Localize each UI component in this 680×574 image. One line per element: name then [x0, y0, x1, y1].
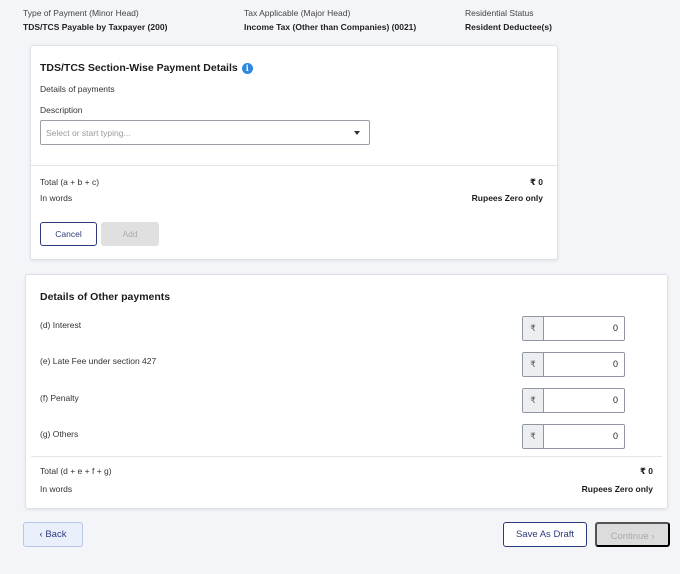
- interest-amount-field[interactable]: ₹ 0: [522, 316, 625, 341]
- back-button-label: Back: [45, 529, 67, 540]
- cancel-button[interactable]: Cancel: [40, 222, 97, 246]
- other-in-words-label: In words: [40, 484, 73, 494]
- interest-label: (d) Interest: [40, 320, 82, 330]
- rupee-icon: ₹: [523, 389, 544, 412]
- late-fee-amount-value[interactable]: 0: [613, 353, 618, 376]
- continue-button[interactable]: Continue ›: [595, 522, 670, 547]
- summary-label: Residential Status: [465, 8, 534, 18]
- penalty-label: (f) Penalty: [40, 393, 79, 403]
- other-divider: [31, 456, 662, 457]
- others-amount-field[interactable]: ₹ 0: [522, 424, 625, 449]
- info-icon[interactable]: i: [241, 62, 253, 74]
- chevron-left-icon: ‹: [39, 529, 43, 540]
- penalty-amount-field[interactable]: ₹ 0: [522, 388, 625, 413]
- other-total-value: ₹ 0: [639, 466, 653, 476]
- save-as-draft-button[interactable]: Save As Draft: [503, 522, 587, 547]
- section-divider: [31, 165, 557, 166]
- summary-label: Tax Applicable (Major Head): [244, 8, 351, 18]
- other-total-label: Total (d + e + f + g): [40, 466, 112, 476]
- others-label: (g) Others: [40, 429, 79, 439]
- summary-value: Income Tax (Other than Companies) (0021): [244, 22, 417, 32]
- others-amount-value[interactable]: 0: [613, 425, 618, 448]
- other-card-title: Details of Other payments: [40, 291, 171, 303]
- description-select[interactable]: [40, 120, 370, 145]
- summary-value: TDS/TCS Payable by Taxpayer (200): [23, 22, 168, 32]
- rupee-icon: ₹: [523, 317, 544, 340]
- penalty-amount-value[interactable]: 0: [613, 389, 618, 412]
- description-input[interactable]: [46, 121, 346, 144]
- chevron-down-icon[interactable]: [354, 131, 360, 135]
- section-in-words-label: In words: [40, 193, 73, 203]
- summary-label: Type of Payment (Minor Head): [23, 8, 139, 18]
- interest-amount-value[interactable]: 0: [613, 317, 618, 340]
- other-payments-card: Details of Other payments (d) Interest ₹…: [25, 274, 668, 509]
- summary-major-head: Tax Applicable (Major Head) Income Tax (…: [244, 8, 416, 33]
- section-total-label: Total (a + b + c): [40, 177, 100, 187]
- continue-button-label: Continue: [610, 531, 649, 542]
- section-card-title: TDS/TCS Section-Wise Payment Details i: [40, 62, 253, 74]
- summary-residential-status: Residential Status Resident Deductee(s): [465, 8, 552, 33]
- section-total-value: ₹ 0: [529, 177, 543, 187]
- other-in-words-value: Rupees Zero only: [581, 484, 653, 494]
- add-button[interactable]: Add: [101, 222, 159, 246]
- payment-summary: Type of Payment (Minor Head) TDS/TCS Pay…: [23, 8, 680, 38]
- summary-value: Resident Deductee(s): [465, 22, 552, 32]
- late-fee-amount-field[interactable]: ₹ 0: [522, 352, 625, 377]
- late-fee-label: (e) Late Fee under section 427: [40, 356, 157, 366]
- rupee-icon: ₹: [523, 425, 544, 448]
- summary-minor-head: Type of Payment (Minor Head) TDS/TCS Pay…: [23, 8, 167, 33]
- section-wise-payment-card: TDS/TCS Section-Wise Payment Details i De…: [30, 45, 558, 260]
- rupee-icon: ₹: [523, 353, 544, 376]
- chevron-right-icon: ›: [651, 531, 655, 542]
- details-of-payments-label: Details of payments: [40, 84, 115, 94]
- section-in-words-value: Rupees Zero only: [471, 193, 543, 203]
- description-label: Description: [40, 105, 83, 115]
- section-card-title-text: TDS/TCS Section-Wise Payment Details: [40, 62, 238, 74]
- back-button[interactable]: ‹ Back: [23, 522, 83, 547]
